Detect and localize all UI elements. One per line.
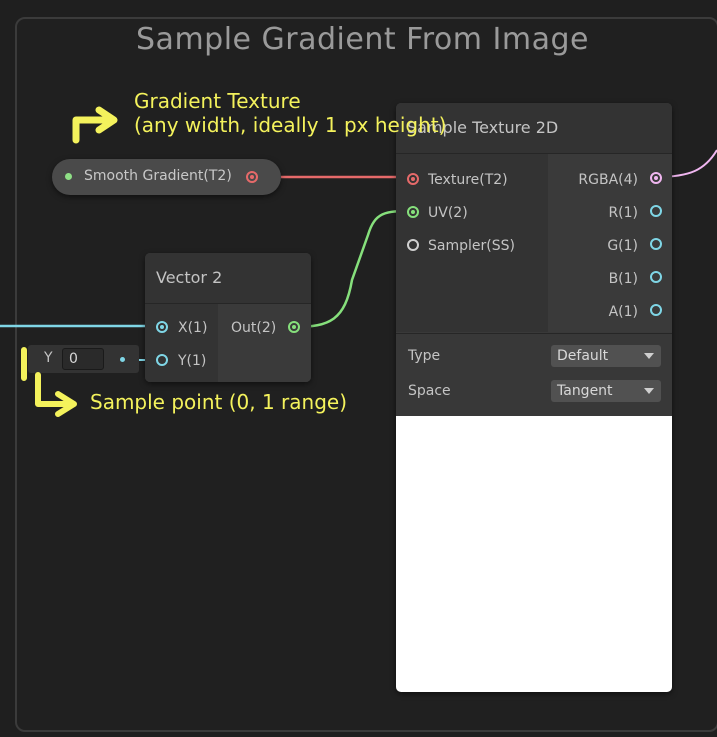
r-output-port[interactable] <box>650 205 662 217</box>
vector2-node[interactable]: Vector 2 X(1) Y(1) Out(2) <box>145 253 311 382</box>
gradient-annotation-line2: (any width, ideally 1 px height) <box>134 113 447 137</box>
vector2-output-label: Out(2) <box>231 320 277 336</box>
y-field-label: Y <box>44 350 53 366</box>
y-field-connector-dot <box>120 357 125 362</box>
vector2-output-panel <box>218 304 311 382</box>
vector2-input-panel <box>145 304 218 382</box>
y-field-input[interactable]: 0 <box>62 348 104 370</box>
r-output-label: R(1) <box>608 205 638 221</box>
vector2-output-port[interactable] <box>288 321 300 333</box>
type-dropdown[interactable]: Default <box>551 345 661 367</box>
b-output-label: B(1) <box>608 271 638 287</box>
texture-input-port[interactable] <box>407 173 419 185</box>
vector2-y-input-label: Y(1) <box>178 353 207 369</box>
b-output-port[interactable] <box>650 271 662 283</box>
space-dropdown[interactable]: Tangent <box>551 380 661 402</box>
property-label: Smooth Gradient(T2) <box>84 168 232 184</box>
vector2-x-input-port[interactable] <box>156 321 168 333</box>
g-output-label: G(1) <box>607 238 638 254</box>
y-value-inline-field: Y 0 <box>28 345 139 373</box>
sampler-input-label: Sampler(SS) <box>428 238 515 254</box>
group-title[interactable]: Sample Gradient From Image <box>0 22 717 57</box>
g-output-port[interactable] <box>650 238 662 250</box>
rgba-output-port[interactable] <box>650 172 662 184</box>
sample-point-annotation: Sample point (0, 1 range) <box>90 390 347 414</box>
type-dropdown-value: Default <box>557 348 609 364</box>
vector2-x-input-label: X(1) <box>178 320 208 336</box>
texture-preview <box>396 416 672 692</box>
property-indicator-dot <box>65 173 72 180</box>
vector2-y-input-port[interactable] <box>156 354 168 366</box>
a-output-label: A(1) <box>608 304 638 320</box>
property-node-smooth-gradient[interactable]: Smooth Gradient(T2) <box>52 159 281 195</box>
property-output-port[interactable] <box>246 171 258 183</box>
sampler-input-port[interactable] <box>407 239 419 251</box>
space-dropdown-value: Tangent <box>557 383 613 399</box>
type-setting-label: Type <box>408 348 441 364</box>
gradient-annotation-line1: Gradient Texture <box>134 89 301 113</box>
sample-texture-2d-node[interactable]: Sample Texture 2D Texture(T2) UV(2) Samp… <box>396 103 672 692</box>
y-field-value: 0 <box>69 351 78 367</box>
a-output-port[interactable] <box>650 304 662 316</box>
chevron-down-icon <box>644 388 654 394</box>
chevron-down-icon <box>644 353 654 359</box>
texture-input-label: Texture(T2) <box>428 172 508 188</box>
uv-input-label: UV(2) <box>428 205 468 221</box>
uv-input-port[interactable] <box>407 206 419 218</box>
rgba-output-label: RGBA(4) <box>578 172 638 188</box>
space-setting-label: Space <box>408 383 451 399</box>
vector2-node-title: Vector 2 <box>145 253 311 304</box>
